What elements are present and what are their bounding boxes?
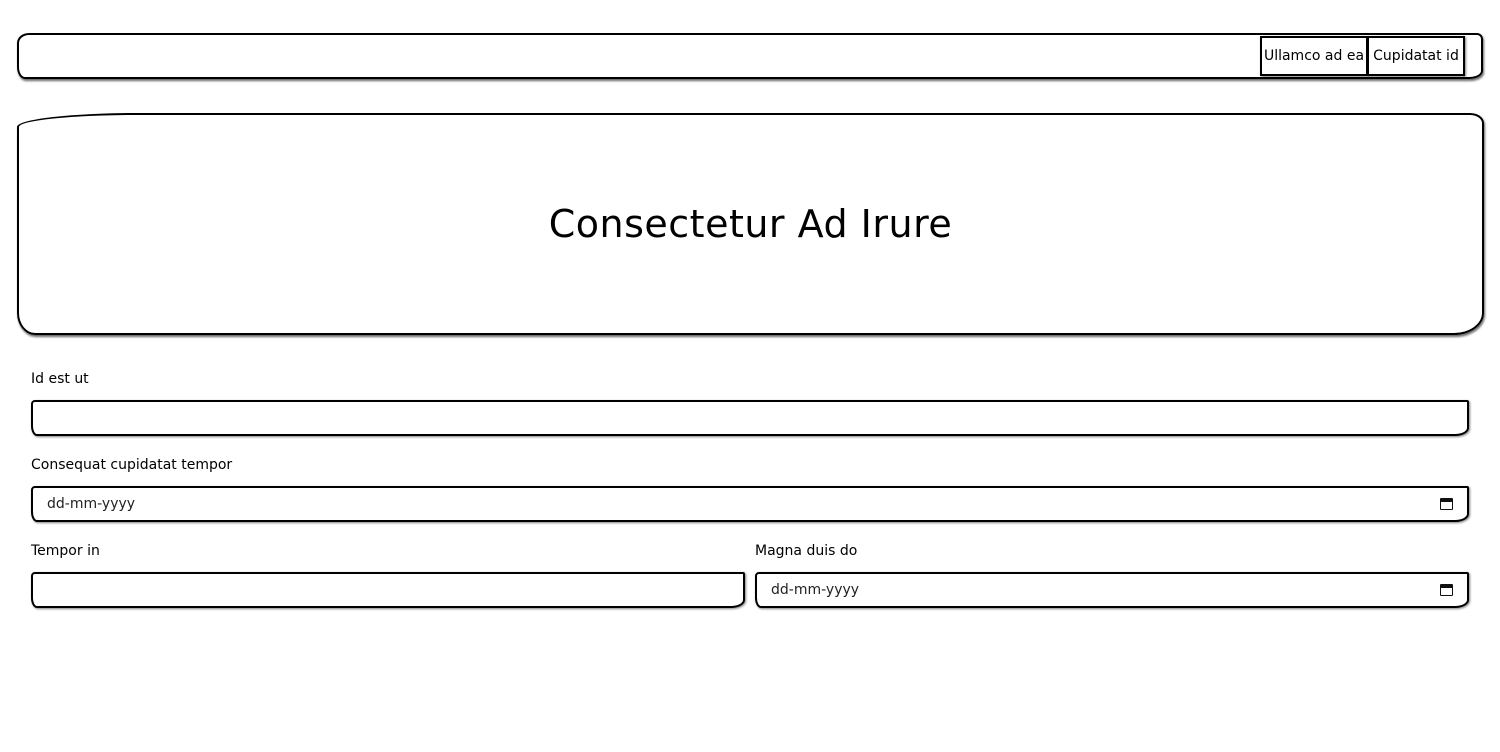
id-est-ut-input[interactable] <box>33 402 1467 434</box>
nav-button-cupidatat[interactable]: Cupidatat id <box>1367 36 1465 76</box>
nav-button-ullamco[interactable]: Ullamco ad ea <box>1260 36 1368 76</box>
id-est-ut-field[interactable] <box>31 400 1469 436</box>
magna-duis-do-label: Magna duis do <box>755 543 858 559</box>
magna-duis-do-date-field[interactable]: dd-mm-yyyy <box>755 572 1469 608</box>
consequat-date-field[interactable]: dd-mm-yyyy <box>31 486 1469 522</box>
consequat-label: Consequat cupidatat tempor <box>31 457 233 473</box>
id-est-ut-label: Id est ut <box>31 371 89 387</box>
calendar-icon[interactable] <box>1440 498 1453 510</box>
consequat-date-placeholder: dd-mm-yyyy <box>47 496 136 512</box>
calendar-icon[interactable] <box>1440 584 1453 596</box>
tempor-in-input[interactable] <box>33 574 743 606</box>
nav-menu: Ullamco ad ea Cupidatat id <box>1260 36 1465 76</box>
top-navbar: Ullamco ad ea Cupidatat id <box>17 33 1483 79</box>
hero-title: Consectetur Ad Irure <box>548 202 953 246</box>
tempor-in-label: Tempor in <box>31 543 100 559</box>
hero-banner: Consectetur Ad Irure <box>17 113 1484 335</box>
magna-duis-do-date-placeholder: dd-mm-yyyy <box>771 582 860 598</box>
tempor-in-field[interactable] <box>31 572 745 608</box>
